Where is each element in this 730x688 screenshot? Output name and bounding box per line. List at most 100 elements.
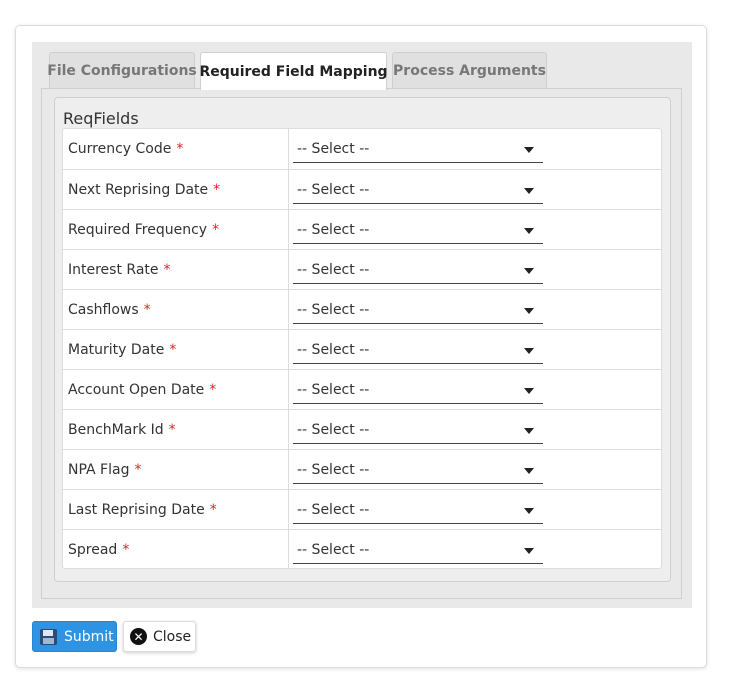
field-label-cell: BenchMark Id *	[63, 410, 289, 449]
close-button[interactable]: ✕ Close	[123, 621, 196, 652]
required-marker: *	[163, 261, 171, 278]
field-select[interactable]: -- Select --	[293, 416, 543, 444]
required-marker: *	[143, 301, 151, 318]
field-label-cell: Interest Rate *	[63, 250, 289, 289]
select-value: -- Select --	[297, 261, 370, 278]
required-marker: *	[122, 541, 130, 558]
field-label-cell: Currency Code *	[63, 129, 289, 169]
caret-down-icon	[524, 268, 534, 274]
caret-down-icon	[524, 468, 534, 474]
field-select[interactable]: -- Select --	[293, 536, 543, 564]
tab-content: ReqFields Currency Code * -- Select -- Next…	[41, 88, 682, 599]
field-label-cell: Maturity Date *	[63, 330, 289, 369]
field-label: Account Open Date	[68, 381, 205, 398]
field-mapping-table: Currency Code * -- Select -- Next Reprising…	[62, 128, 662, 569]
field-select[interactable]: -- Select --	[293, 135, 543, 163]
select-value: -- Select --	[297, 421, 370, 438]
table-row: Next Reprising Date * -- Select --	[63, 169, 661, 209]
field-select[interactable]: -- Select --	[293, 176, 543, 204]
table-row: Required Frequency * -- Select --	[63, 209, 661, 249]
select-value: -- Select --	[297, 541, 370, 558]
field-select[interactable]: -- Select --	[293, 456, 543, 484]
field-label: Interest Rate	[68, 261, 159, 278]
field-input-cell: -- Select --	[293, 210, 543, 249]
select-value: -- Select --	[297, 381, 370, 398]
tab-process-arguments[interactable]: Process Arguments	[392, 52, 547, 89]
field-label-cell: NPA Flag *	[63, 450, 289, 489]
caret-down-icon	[524, 348, 534, 354]
reqfields-fieldset: ReqFields Currency Code * -- Select -- Next…	[54, 97, 671, 582]
tab-required-field-mapping[interactable]: Required Field Mapping	[199, 52, 388, 90]
required-marker: *	[134, 461, 142, 478]
fieldset-legend: ReqFields	[63, 109, 139, 128]
field-label: Next Reprising Date	[68, 181, 209, 198]
table-row: Account Open Date * -- Select --	[63, 369, 661, 409]
field-input-cell: -- Select --	[293, 530, 543, 569]
field-input-cell: -- Select --	[293, 410, 543, 449]
select-value: -- Select --	[297, 461, 370, 478]
field-label: Maturity Date	[68, 341, 165, 358]
dialog: File Configurations Required Field Mappi…	[15, 25, 707, 668]
field-select[interactable]: -- Select --	[293, 256, 543, 284]
field-select[interactable]: -- Select --	[293, 216, 543, 244]
table-row: Cashflows * -- Select --	[63, 289, 661, 329]
tab-file-configurations[interactable]: File Configurations	[47, 52, 197, 89]
field-label: Last Reprising Date	[68, 501, 205, 518]
field-input-cell: -- Select --	[293, 129, 543, 169]
required-marker: *	[168, 421, 176, 438]
required-marker: *	[213, 181, 221, 198]
field-select[interactable]: -- Select --	[293, 376, 543, 404]
select-value: -- Select --	[297, 181, 370, 198]
required-marker: *	[169, 341, 177, 358]
field-label: Currency Code	[68, 141, 172, 157]
select-value: -- Select --	[297, 140, 370, 157]
select-value: -- Select --	[297, 341, 370, 358]
field-select[interactable]: -- Select --	[293, 296, 543, 324]
required-marker: *	[212, 221, 220, 238]
close-circle-icon: ✕	[130, 628, 147, 645]
field-input-cell: -- Select --	[293, 450, 543, 489]
table-row: Interest Rate * -- Select --	[63, 249, 661, 289]
close-label: Close	[153, 628, 192, 645]
field-select[interactable]: -- Select --	[293, 496, 543, 524]
field-label-cell: Cashflows *	[63, 290, 289, 329]
table-row: Spread * -- Select --	[63, 529, 661, 569]
field-label: Spread	[68, 541, 118, 558]
field-label: Cashflows	[68, 301, 139, 318]
field-input-cell: -- Select --	[293, 490, 543, 529]
field-label-cell: Spread *	[63, 530, 289, 569]
tabs-panel: File Configurations Required Field Mappi…	[32, 42, 692, 608]
table-row: Maturity Date * -- Select --	[63, 329, 661, 369]
caret-down-icon	[524, 388, 534, 394]
field-select[interactable]: -- Select --	[293, 336, 543, 364]
caret-down-icon	[524, 228, 534, 234]
caret-down-icon	[524, 308, 534, 314]
submit-button[interactable]: Submit	[32, 621, 117, 652]
field-label-cell: Required Frequency *	[63, 210, 289, 249]
field-label-cell: Account Open Date *	[63, 370, 289, 409]
caret-down-icon	[524, 548, 534, 554]
caret-down-icon	[524, 428, 534, 434]
field-input-cell: -- Select --	[293, 290, 543, 329]
table-row: BenchMark Id * -- Select --	[63, 409, 661, 449]
floppy-disk-icon	[40, 628, 57, 645]
select-value: -- Select --	[297, 301, 370, 318]
submit-label: Submit	[64, 628, 114, 645]
field-label-cell: Next Reprising Date *	[63, 170, 289, 209]
required-marker: *	[209, 381, 217, 398]
caret-down-icon	[524, 147, 534, 153]
field-input-cell: -- Select --	[293, 330, 543, 369]
required-marker: *	[176, 141, 184, 157]
select-value: -- Select --	[297, 501, 370, 518]
field-label: BenchMark Id	[68, 421, 164, 438]
caret-down-icon	[524, 188, 534, 194]
field-input-cell: -- Select --	[293, 250, 543, 289]
field-label-cell: Last Reprising Date *	[63, 490, 289, 529]
field-input-cell: -- Select --	[293, 170, 543, 209]
table-row: Last Reprising Date * -- Select --	[63, 489, 661, 529]
field-input-cell: -- Select --	[293, 370, 543, 409]
select-value: -- Select --	[297, 221, 370, 238]
field-label: Required Frequency	[68, 221, 208, 238]
required-marker: *	[209, 501, 217, 518]
field-label: NPA Flag	[68, 461, 130, 478]
